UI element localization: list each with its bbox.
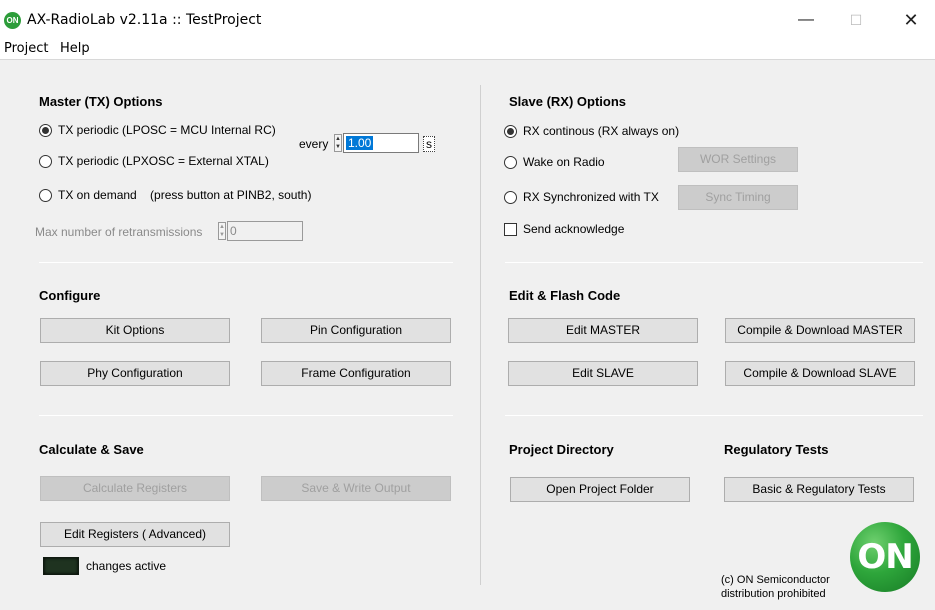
- radio-label: TX on demand (press button at PINB2, sou…: [58, 188, 312, 202]
- radio-button[interactable]: [504, 190, 517, 204]
- changes-active-label: changes active: [86, 559, 167, 573]
- kit-options-button[interactable]: Kit Options: [40, 318, 230, 343]
- changes-active-led-indicator: [43, 557, 79, 575]
- frame-configuration-button[interactable]: Frame Configuration: [261, 361, 451, 386]
- divider: [39, 262, 453, 263]
- radio-button[interactable]: [39, 188, 52, 202]
- every-label: every: [299, 137, 329, 151]
- maximize-button[interactable]: ☐: [836, 6, 876, 34]
- edit-master-button[interactable]: Edit MASTER: [508, 318, 698, 343]
- copyright-text: (c) ON Semiconductor distribution prohib…: [721, 573, 830, 601]
- radio-label: TX periodic (LPOSC = MCU Internal RC): [58, 123, 276, 137]
- edit-flash-title: Edit & Flash Code: [509, 288, 621, 303]
- divider: [505, 415, 923, 416]
- calculate-save-title: Calculate & Save: [39, 442, 144, 457]
- calculate-registers-button[interactable]: Calculate Registers: [40, 476, 230, 501]
- edit-registers-advanced-button[interactable]: Edit Registers ( Advanced): [40, 522, 230, 547]
- menu-help[interactable]: Help: [60, 41, 90, 56]
- checkbox-label: Send acknowledge: [523, 222, 625, 236]
- master-radio-periodic-rc[interactable]: TX periodic (LPOSC = MCU Internal RC): [39, 121, 276, 139]
- slave-radio-wake-on-radio[interactable]: Wake on Radio: [504, 153, 605, 171]
- project-directory-title: Project Directory: [509, 442, 614, 457]
- phy-configuration-button[interactable]: Phy Configuration: [40, 361, 230, 386]
- max-retransmissions-spinner[interactable]: ▲ ▼: [218, 222, 226, 240]
- radio-button[interactable]: [39, 123, 52, 137]
- minimize-button[interactable]: —: [786, 6, 826, 34]
- checkbox[interactable]: [504, 222, 517, 236]
- every-interval-input[interactable]: 1.00: [343, 133, 419, 153]
- every-spinner[interactable]: ▲ ▼: [334, 134, 342, 152]
- basic-regulatory-tests-button[interactable]: Basic & Regulatory Tests: [724, 477, 914, 502]
- window-title: AX-RadioLab v2.11a :: TestProject: [27, 12, 262, 28]
- radio-label: Wake on Radio: [523, 155, 605, 169]
- slave-radio-rx-continuous[interactable]: RX continous (RX always on): [504, 122, 679, 140]
- master-options-title: Master (TX) Options: [39, 94, 163, 109]
- distribution-line: distribution prohibited: [721, 588, 826, 600]
- regulatory-tests-title: Regulatory Tests: [724, 442, 829, 457]
- title-bar: ON AX-RadioLab v2.11a :: TestProject — ☐…: [0, 0, 935, 40]
- every-interval-value: 1.00: [346, 136, 374, 150]
- close-button[interactable]: ✕: [891, 6, 931, 34]
- radio-label: TX periodic (LPXOSC = External XTAL): [58, 154, 269, 168]
- divider: [505, 262, 923, 263]
- seconds-unit-label: s: [423, 136, 435, 152]
- copyright-line: (c) ON Semiconductor: [721, 574, 830, 586]
- wor-settings-button[interactable]: WOR Settings: [678, 147, 798, 172]
- divider: [39, 415, 453, 416]
- app-logo-icon: ON: [4, 12, 21, 29]
- configure-title: Configure: [39, 288, 101, 303]
- max-retransmissions-label: Max number of retransmissions: [35, 225, 203, 239]
- pin-configuration-button[interactable]: Pin Configuration: [261, 318, 451, 343]
- edit-slave-button[interactable]: Edit SLAVE: [508, 361, 698, 386]
- on-semiconductor-logo: ON: [850, 522, 920, 592]
- slave-options-title: Slave (RX) Options: [509, 94, 627, 109]
- open-project-folder-button[interactable]: Open Project Folder: [510, 477, 690, 502]
- max-retransmissions-input[interactable]: 0: [227, 221, 303, 241]
- radio-label: RX continous (RX always on): [523, 124, 680, 138]
- slave-radio-rx-synchronized[interactable]: RX Synchronized with TX: [504, 188, 659, 206]
- compile-download-slave-button[interactable]: Compile & Download SLAVE: [725, 361, 915, 386]
- save-write-output-button[interactable]: Save & Write Output: [261, 476, 451, 501]
- compile-download-master-button[interactable]: Compile & Download MASTER: [725, 318, 915, 343]
- master-radio-on-demand[interactable]: TX on demand (press button at PINB2, sou…: [39, 186, 311, 204]
- menu-bar: Project Help: [0, 40, 935, 60]
- send-acknowledge-checkbox[interactable]: Send acknowledge: [504, 220, 624, 238]
- sync-timing-button[interactable]: Sync Timing: [678, 185, 798, 210]
- radio-button[interactable]: [504, 124, 517, 138]
- radio-label: RX Synchronized with TX: [523, 190, 659, 204]
- menu-project[interactable]: Project: [4, 41, 48, 56]
- vertical-divider: [480, 85, 481, 585]
- master-radio-periodic-xtal[interactable]: TX periodic (LPXOSC = External XTAL): [39, 152, 269, 170]
- radio-button[interactable]: [39, 154, 52, 168]
- radio-button[interactable]: [504, 155, 517, 169]
